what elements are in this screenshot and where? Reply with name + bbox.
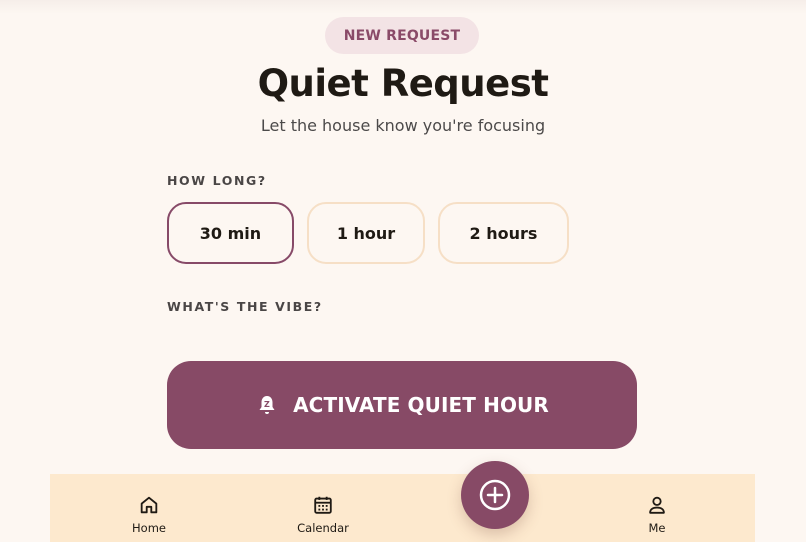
duration-option-label: 1 hour bbox=[336, 223, 396, 243]
page-subtitle: Let the house know you're focusing bbox=[260, 116, 546, 135]
new-request-badge: NEW REQUEST bbox=[325, 17, 479, 54]
nav-label-home: Home bbox=[132, 521, 166, 535]
vibe-label: WHAT'S THE VIBE? bbox=[167, 299, 323, 314]
calendar-icon bbox=[312, 493, 334, 517]
nav-label-calendar: Calendar bbox=[297, 521, 349, 535]
plus-circle-icon bbox=[478, 478, 512, 512]
activate-quiet-hour-label: ACTIVATE QUIET HOUR bbox=[293, 393, 549, 417]
activate-quiet-hour-button[interactable]: Z ACTIVATE QUIET HOUR bbox=[167, 361, 637, 449]
svg-text:Z: Z bbox=[264, 400, 270, 409]
page-title: Quiet Request bbox=[257, 62, 549, 105]
bottom-nav: Home Calendar Me bbox=[50, 474, 755, 542]
how-long-label: HOW LONG? bbox=[167, 173, 267, 188]
nav-item-home[interactable]: Home bbox=[99, 474, 199, 542]
nav-item-me[interactable]: Me bbox=[607, 474, 707, 542]
nav-label-me: Me bbox=[648, 521, 666, 535]
quiet-request-screen: NEW REQUEST Quiet Request Let the house … bbox=[0, 0, 806, 542]
duration-option-1-hour[interactable]: 1 hour bbox=[307, 202, 425, 264]
bell-snooze-icon: Z bbox=[255, 393, 279, 417]
home-icon bbox=[138, 493, 160, 517]
duration-option-2-hours[interactable]: 2 hours bbox=[438, 202, 569, 264]
duration-option-label: 2 hours bbox=[469, 223, 538, 243]
duration-option-30-min[interactable]: 30 min bbox=[167, 202, 294, 264]
top-shade bbox=[0, 0, 806, 14]
nav-item-calendar[interactable]: Calendar bbox=[273, 474, 373, 542]
add-button[interactable] bbox=[461, 461, 529, 529]
person-icon bbox=[646, 493, 668, 517]
duration-option-label: 30 min bbox=[199, 223, 262, 243]
